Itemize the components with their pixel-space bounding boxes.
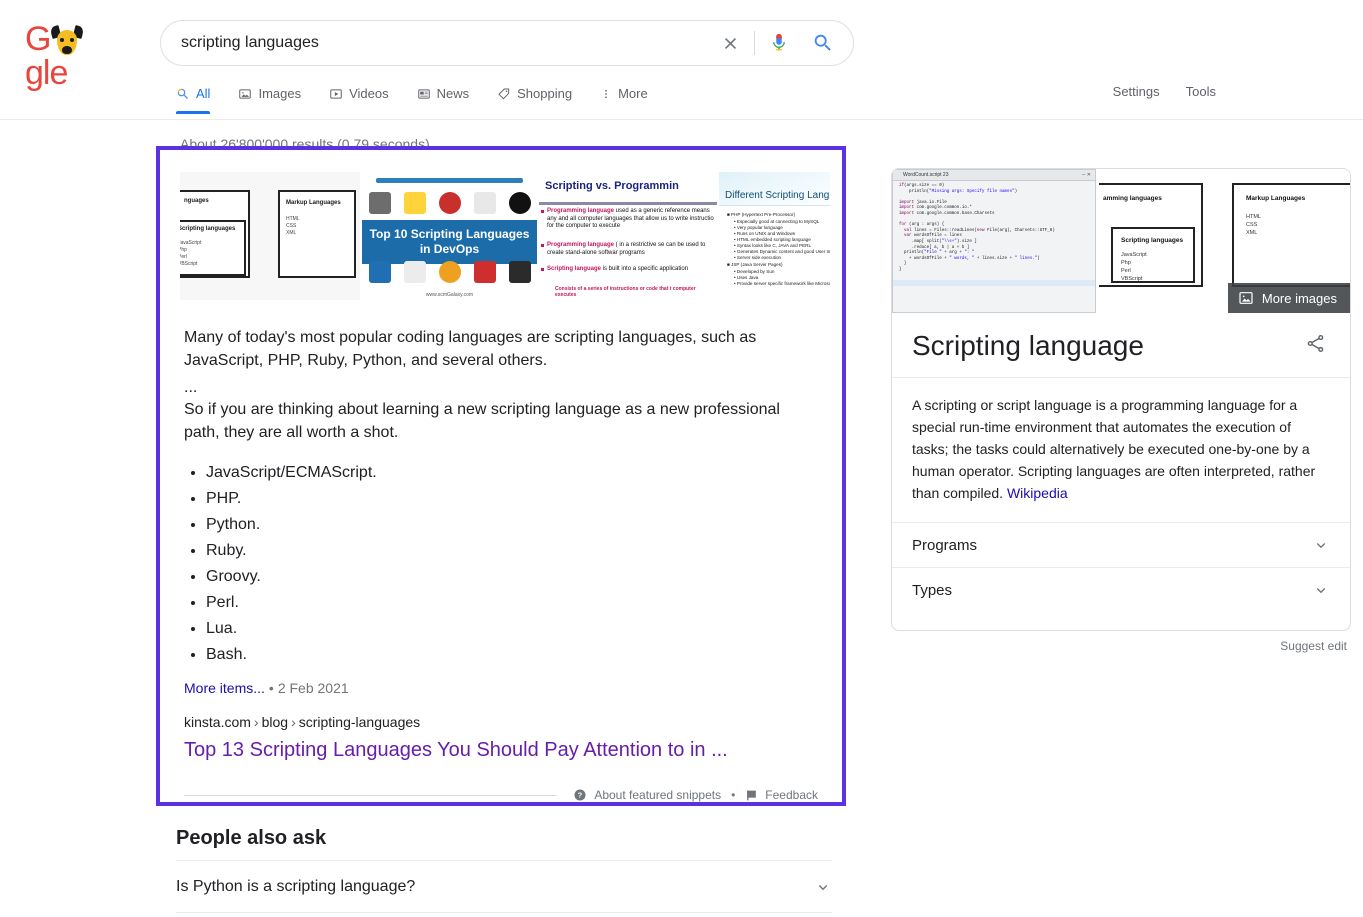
suggest-edit-link[interactable]: Suggest edit — [891, 631, 1351, 653]
paa-question-label: Is Python is a scripting language? — [176, 878, 415, 896]
kp-image-code-window[interactable]: WordCount.script 23 ─ ✕ if(args.size == … — [892, 169, 1096, 313]
kp-slide1-title: amming languages — [1103, 195, 1162, 202]
featured-snippet-body: Many of today's most popular coding lang… — [184, 326, 818, 696]
thumb4-bullets: ■ PHP (Hypertext Pre-Processor) — [727, 212, 830, 218]
search-results-main: nguages Scripting languages JavaScriptPh… — [0, 0, 1363, 917]
thumb3-bullet-1: Programming language used as a generic r… — [547, 208, 715, 231]
thumb1-second-title: Markup Languages — [286, 200, 341, 206]
people-also-ask-title: People also ask — [176, 824, 832, 852]
more-images-label: More images — [1262, 291, 1337, 306]
knowledge-panel-card: WordCount.script 23 ─ ✕ if(args.size == … — [891, 168, 1351, 631]
footer-separator: • — [731, 788, 735, 802]
feedback-link[interactable]: Feedback — [745, 788, 818, 802]
snippet-language-list: JavaScript/ECMAScript. PHP. Python. Ruby… — [184, 460, 818, 668]
snippet-paragraph-2: So if you are thinking about learning a … — [184, 398, 818, 444]
list-item: PHP. — [206, 486, 818, 512]
knowledge-panel: WordCount.script 23 ─ ✕ if(args.size == … — [891, 168, 1351, 653]
breadcrumb-part-1: blog — [262, 714, 288, 730]
kp-section-types[interactable]: Types — [892, 567, 1350, 612]
knowledge-panel-images[interactable]: WordCount.script 23 ─ ✕ if(args.size == … — [892, 169, 1350, 313]
about-featured-snippets-label: About featured snippets — [594, 788, 721, 802]
kp-slide2-title: Markup Languages — [1246, 195, 1305, 202]
thumb4-title: Different Scripting Lang — [725, 190, 830, 201]
result-title-link[interactable]: Top 13 Scripting Languages You Should Pa… — [184, 737, 818, 763]
thumb1-partial-title: nguages — [184, 198, 209, 204]
featured-snippet-card: nguages Scripting languages JavaScriptPh… — [156, 146, 846, 806]
chevron-down-icon[interactable] — [1312, 536, 1330, 554]
thumb2-logo-row-bottom — [362, 258, 537, 286]
list-item: Python. — [206, 512, 818, 538]
list-item: Lua. — [206, 616, 818, 642]
more-images-button[interactable]: More images — [1228, 283, 1350, 313]
people-also-ask-section: People also ask Is Python is a scripting… — [176, 824, 832, 913]
breadcrumb-separator: › — [254, 714, 259, 730]
list-item: Bash. — [206, 642, 818, 668]
list-item: JavaScript/ECMAScript. — [206, 460, 818, 486]
feedback-label: Feedback — [765, 788, 818, 802]
svg-text:?: ? — [578, 791, 583, 800]
paa-question-item[interactable]: Is Python is a scripting language? — [176, 861, 832, 913]
list-item: Perl. — [206, 590, 818, 616]
snippet-meta-row: More items...•2 Feb 2021 — [184, 680, 818, 696]
thumb3-bullet-4: Consists of a series of instructions or … — [555, 286, 715, 298]
thumb3-bullet-2: Programming language ( in a restrictive … — [547, 242, 715, 257]
chevron-down-icon[interactable] — [814, 878, 832, 896]
carousel-thumb-languages-slide[interactable]: nguages Scripting languages JavaScriptPh… — [180, 172, 360, 300]
thumb2-logo-row-top — [362, 188, 537, 218]
kp-bottom-spacer — [892, 612, 1350, 630]
page-title: Scripting language — [912, 329, 1144, 363]
snippet-ellipsis: ... — [184, 378, 818, 397]
image-icon — [1238, 290, 1254, 306]
thumb1-inner-title: Scripting languages — [180, 226, 235, 232]
knowledge-panel-title-row: Scripting language — [892, 313, 1350, 378]
thumb1-second-items: HTMLCSSXML — [286, 216, 300, 237]
kp-code-titlebar: WordCount.script 23 — [893, 170, 1095, 181]
thumb2-banner-line2: in DevOps — [420, 242, 479, 256]
wikipedia-link[interactable]: Wikipedia — [1007, 485, 1068, 501]
thumb2-banner-line1: Top 10 Scripting Languages — [370, 227, 530, 241]
breadcrumb: kinsta.com›blog›scripting-languages — [184, 712, 818, 732]
list-item: Groovy. — [206, 564, 818, 590]
carousel-thumb-scripting-vs-programming[interactable]: Scripting vs. Programmin Programming lan… — [539, 172, 717, 300]
kp-section-programs-label: Programs — [912, 537, 977, 554]
snippet-date: 2 Feb 2021 — [278, 680, 349, 696]
kp-code-content: if(args.size == 0) println("Missing args… — [899, 184, 1091, 274]
kp-description-text: A scripting or script language is a prog… — [912, 397, 1315, 501]
breadcrumb-part-2: scripting-languages — [299, 714, 420, 730]
flag-icon — [745, 789, 758, 802]
kp-section-types-label: Types — [912, 582, 952, 599]
kp-image-programming-languages-slide[interactable]: amming languages Scripting languages Jav… — [1099, 169, 1219, 313]
more-items-link[interactable]: More items... — [184, 680, 265, 696]
breadcrumb-domain: kinsta.com — [184, 714, 251, 730]
about-featured-snippets-link[interactable]: ? About featured snippets — [573, 788, 721, 802]
kp-slide1-inner-title: Scripting languages — [1121, 237, 1183, 244]
kp-code-window-controls: ─ ✕ — [1082, 170, 1091, 181]
kp-section-programs[interactable]: Programs — [892, 522, 1350, 567]
kp-slide2-items: HTMLCSSXML — [1246, 213, 1261, 237]
meta-separator: • — [269, 680, 274, 696]
breadcrumb-separator-2: › — [291, 714, 296, 730]
carousel-thumb-different-scripting-languages[interactable]: Different Scripting Lang ■ PHP (Hypertex… — [719, 172, 830, 300]
knowledge-panel-description: A scripting or script language is a prog… — [892, 378, 1350, 522]
snippet-footer: ? About featured snippets • Feedback — [184, 784, 818, 806]
chevron-down-icon[interactable] — [1312, 581, 1330, 599]
featured-snippet-image-carousel[interactable]: nguages Scripting languages JavaScriptPh… — [180, 172, 830, 300]
kp-slide1-items: JavaScriptPhpPerlVBScript — [1121, 251, 1147, 283]
share-icon[interactable] — [1301, 329, 1330, 363]
list-item: Ruby. — [206, 538, 818, 564]
carousel-thumb-top10-devops[interactable]: Top 10 Scripting Languagesin DevOps www.… — [362, 172, 537, 300]
thumb3-bullet-3: Scripting language is built into a speci… — [547, 266, 715, 274]
snippet-paragraph-1: Many of today's most popular coding lang… — [184, 326, 818, 372]
footer-divider — [184, 795, 557, 796]
thumb2-url: www.scmGalaxy.com — [362, 292, 537, 298]
snippet-source-block: kinsta.com›blog›scripting-languages Top … — [184, 712, 818, 763]
thumb1-inner-items: JavaScriptPhpPerlVBScript — [180, 240, 201, 268]
thumb3-title: Scripting vs. Programmin — [545, 180, 715, 192]
help-circle-icon: ? — [573, 788, 587, 802]
